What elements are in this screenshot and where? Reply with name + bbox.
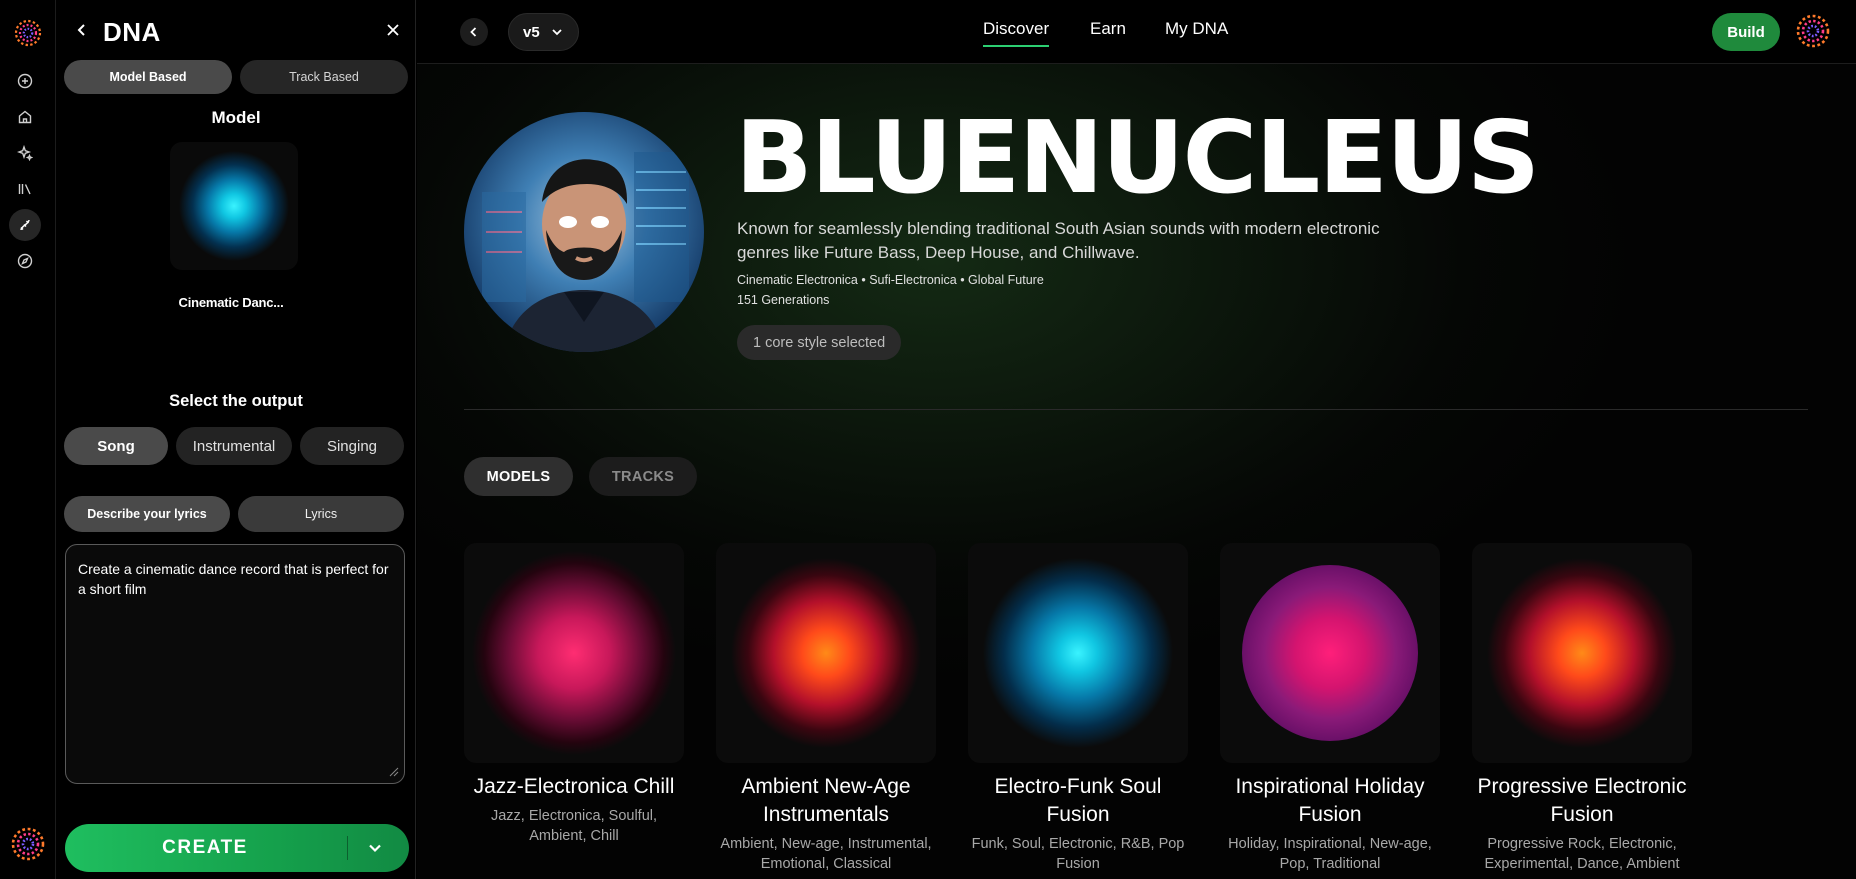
model-card[interactable]: Jazz-Electronica Chill Jazz, Electronica… xyxy=(464,543,684,846)
model-card-art xyxy=(716,543,936,763)
model-card[interactable]: Electro-Funk Soul Fusion Funk, Soul, Ele… xyxy=(968,543,1188,874)
model-based-toggle[interactable]: Model Based xyxy=(64,60,232,94)
dna-panel: DNA Model Based Track Based Model Cinema… xyxy=(56,0,416,879)
account-avatar-icon[interactable] xyxy=(1795,13,1831,49)
app-root: DNA Model Based Track Based Model Cinema… xyxy=(0,0,1856,879)
user-avatar-icon[interactable] xyxy=(10,826,46,862)
chevron-down-icon xyxy=(552,29,562,36)
home-icon[interactable] xyxy=(14,106,36,128)
resize-grip-icon[interactable] xyxy=(384,762,400,778)
model-card-title: Inspirational Holiday Fusion xyxy=(1235,775,1425,826)
icon-rail xyxy=(0,0,56,879)
selected-model-card[interactable] xyxy=(170,142,298,270)
version-select[interactable]: v5 xyxy=(508,13,579,51)
model-card-title: Jazz-Electronica Chill xyxy=(473,775,675,798)
create-divider xyxy=(347,836,348,860)
dna-icon[interactable] xyxy=(9,209,41,241)
artist-avatar xyxy=(464,112,704,352)
model-card-tags: Ambient, New-age, Instrumental, Emotiona… xyxy=(720,836,932,872)
model-card-title: Progressive Electronic Fusion xyxy=(1477,775,1687,826)
back-button[interactable] xyxy=(460,18,488,46)
chevron-left-icon xyxy=(470,27,477,37)
model-card[interactable]: Inspirational Holiday Fusion Holiday, In… xyxy=(1220,543,1440,874)
model-card-art xyxy=(1472,543,1692,763)
output-singing-button[interactable]: Singing xyxy=(300,427,404,465)
model-card-tags: Holiday, Inspirational, New-age, Pop, Tr… xyxy=(1228,836,1432,872)
artist-genres: Cinematic Electronica • Sufi-Electronica… xyxy=(737,273,1044,287)
logo-icon[interactable] xyxy=(13,18,43,48)
selected-model-name: Cinematic Danc... xyxy=(178,295,284,310)
model-card-title: Electro-Funk Soul Fusion xyxy=(994,775,1162,826)
describe-lyrics-tab[interactable]: Describe your lyrics xyxy=(64,496,230,532)
model-card-title: Ambient New-Age Instrumentals xyxy=(741,775,911,826)
top-bar: v5 Discover Earn My DNA Build xyxy=(417,0,1856,64)
model-orb-art xyxy=(179,151,289,261)
back-chevron-icon[interactable] xyxy=(72,20,92,40)
library-icon[interactable] xyxy=(14,178,36,200)
version-value: v5 xyxy=(523,23,540,41)
main-content: v5 Discover Earn My DNA Build BLUENUCLEU… xyxy=(417,0,1856,879)
model-card-art xyxy=(464,543,684,763)
tab-tracks[interactable]: TRACKS xyxy=(589,457,697,496)
build-button[interactable]: Build xyxy=(1712,13,1780,51)
lyrics-tab[interactable]: Lyrics xyxy=(238,496,404,532)
artist-name: BLUENUCLEUS xyxy=(735,99,1540,216)
tab-models[interactable]: MODELS xyxy=(464,457,573,496)
output-song-button[interactable]: Song xyxy=(64,427,168,465)
panel-header: DNA xyxy=(56,14,416,52)
model-card-grid: Jazz-Electronica Chill Jazz, Electronica… xyxy=(464,543,1856,879)
model-label: Model xyxy=(211,108,261,127)
chevron-down-icon[interactable] xyxy=(365,838,385,858)
tab-earn[interactable]: Earn xyxy=(1090,19,1126,39)
create-button[interactable]: CREATE xyxy=(65,824,409,872)
generation-count: 151 Generations xyxy=(737,293,830,307)
model-card[interactable]: Progressive Electronic Fusion Progressiv… xyxy=(1472,543,1692,874)
panel-title: DNA xyxy=(103,17,161,47)
section-divider xyxy=(464,409,1808,410)
model-card-tags: Progressive Rock, Electronic, Experiment… xyxy=(1484,836,1680,872)
artist-bio: Known for seamlessly blending traditiona… xyxy=(737,219,1380,262)
add-circle-icon[interactable] xyxy=(14,70,36,92)
tab-my-dna[interactable]: My DNA xyxy=(1165,19,1228,39)
sparkle-icon[interactable] xyxy=(14,142,36,164)
output-instrumental-button[interactable]: Instrumental xyxy=(176,427,292,465)
select-output-label: Select the output xyxy=(169,392,303,410)
prompt-textarea[interactable]: Create a cinematic dance record that is … xyxy=(65,544,405,784)
model-card-art xyxy=(968,543,1188,763)
model-card-art xyxy=(1220,543,1440,763)
compass-icon[interactable] xyxy=(14,250,36,272)
tab-discover[interactable]: Discover xyxy=(983,19,1050,47)
model-card-tags: Funk, Soul, Electronic, R&B, Pop Fusion xyxy=(971,836,1185,872)
core-style-badge[interactable]: 1 core style selected xyxy=(737,325,902,360)
model-card-tags: Jazz, Electronica, Soulful, Ambient, Chi… xyxy=(490,808,658,844)
close-icon[interactable] xyxy=(384,21,402,39)
model-card[interactable]: Ambient New-Age Instrumentals Ambient, N… xyxy=(716,543,936,874)
track-based-toggle[interactable]: Track Based xyxy=(240,60,408,94)
create-label: CREATE xyxy=(162,837,248,858)
